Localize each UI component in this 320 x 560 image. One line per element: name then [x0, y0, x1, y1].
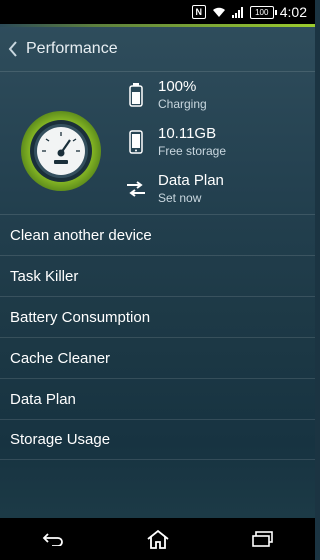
data-plan-label: Set now [158, 191, 202, 205]
storage-stat: 10.11GB Free storage [124, 125, 226, 159]
speedometer-icon[interactable] [20, 110, 102, 192]
status-bar: N 100 4:02 [0, 0, 315, 24]
summary-panel: 100% Charging 10.11GB Free storage Data … [0, 72, 315, 237]
header[interactable]: Performance [0, 27, 315, 71]
list-item-clean-another-device[interactable]: Clean another device [0, 214, 315, 255]
nfc-icon: N [191, 5, 206, 19]
storage-label: Free storage [158, 144, 227, 158]
signal-icon [231, 6, 243, 18]
app-screen: Performance 100% Charging 10.11GB Free s… [0, 24, 315, 518]
clock: 4:02 [279, 4, 307, 20]
wifi-icon [212, 7, 225, 17]
home-icon[interactable] [138, 524, 178, 554]
list-item-battery-consumption[interactable]: Battery Consumption [0, 296, 315, 337]
battery-value: 100% [158, 78, 197, 95]
list-item-task-killer[interactable]: Task Killer [0, 255, 315, 296]
data-plan-value: Data Plan [158, 172, 224, 189]
transfer-arrows-icon [124, 175, 148, 203]
storage-value: 10.11GB [158, 125, 217, 142]
recent-apps-icon[interactable] [243, 524, 283, 554]
battery-label: Charging [158, 97, 207, 111]
battery-icon: 100 [249, 5, 277, 19]
battery-icon [124, 81, 148, 109]
back-icon[interactable] [33, 524, 73, 554]
list-item-data-plan[interactable]: Data Plan [0, 378, 315, 419]
menu-list: Clean another device Task Killer Battery… [0, 214, 315, 460]
list-item-cache-cleaner[interactable]: Cache Cleaner [0, 337, 315, 378]
data-plan-stat[interactable]: Data Plan Set now [124, 172, 224, 206]
phone-icon [124, 128, 148, 156]
list-item-storage-usage[interactable]: Storage Usage [0, 419, 315, 460]
chevron-left-icon[interactable] [6, 40, 20, 58]
page-title: Performance [26, 40, 118, 57]
battery-stat: 100% Charging [124, 78, 207, 112]
navigation-bar [0, 518, 315, 560]
